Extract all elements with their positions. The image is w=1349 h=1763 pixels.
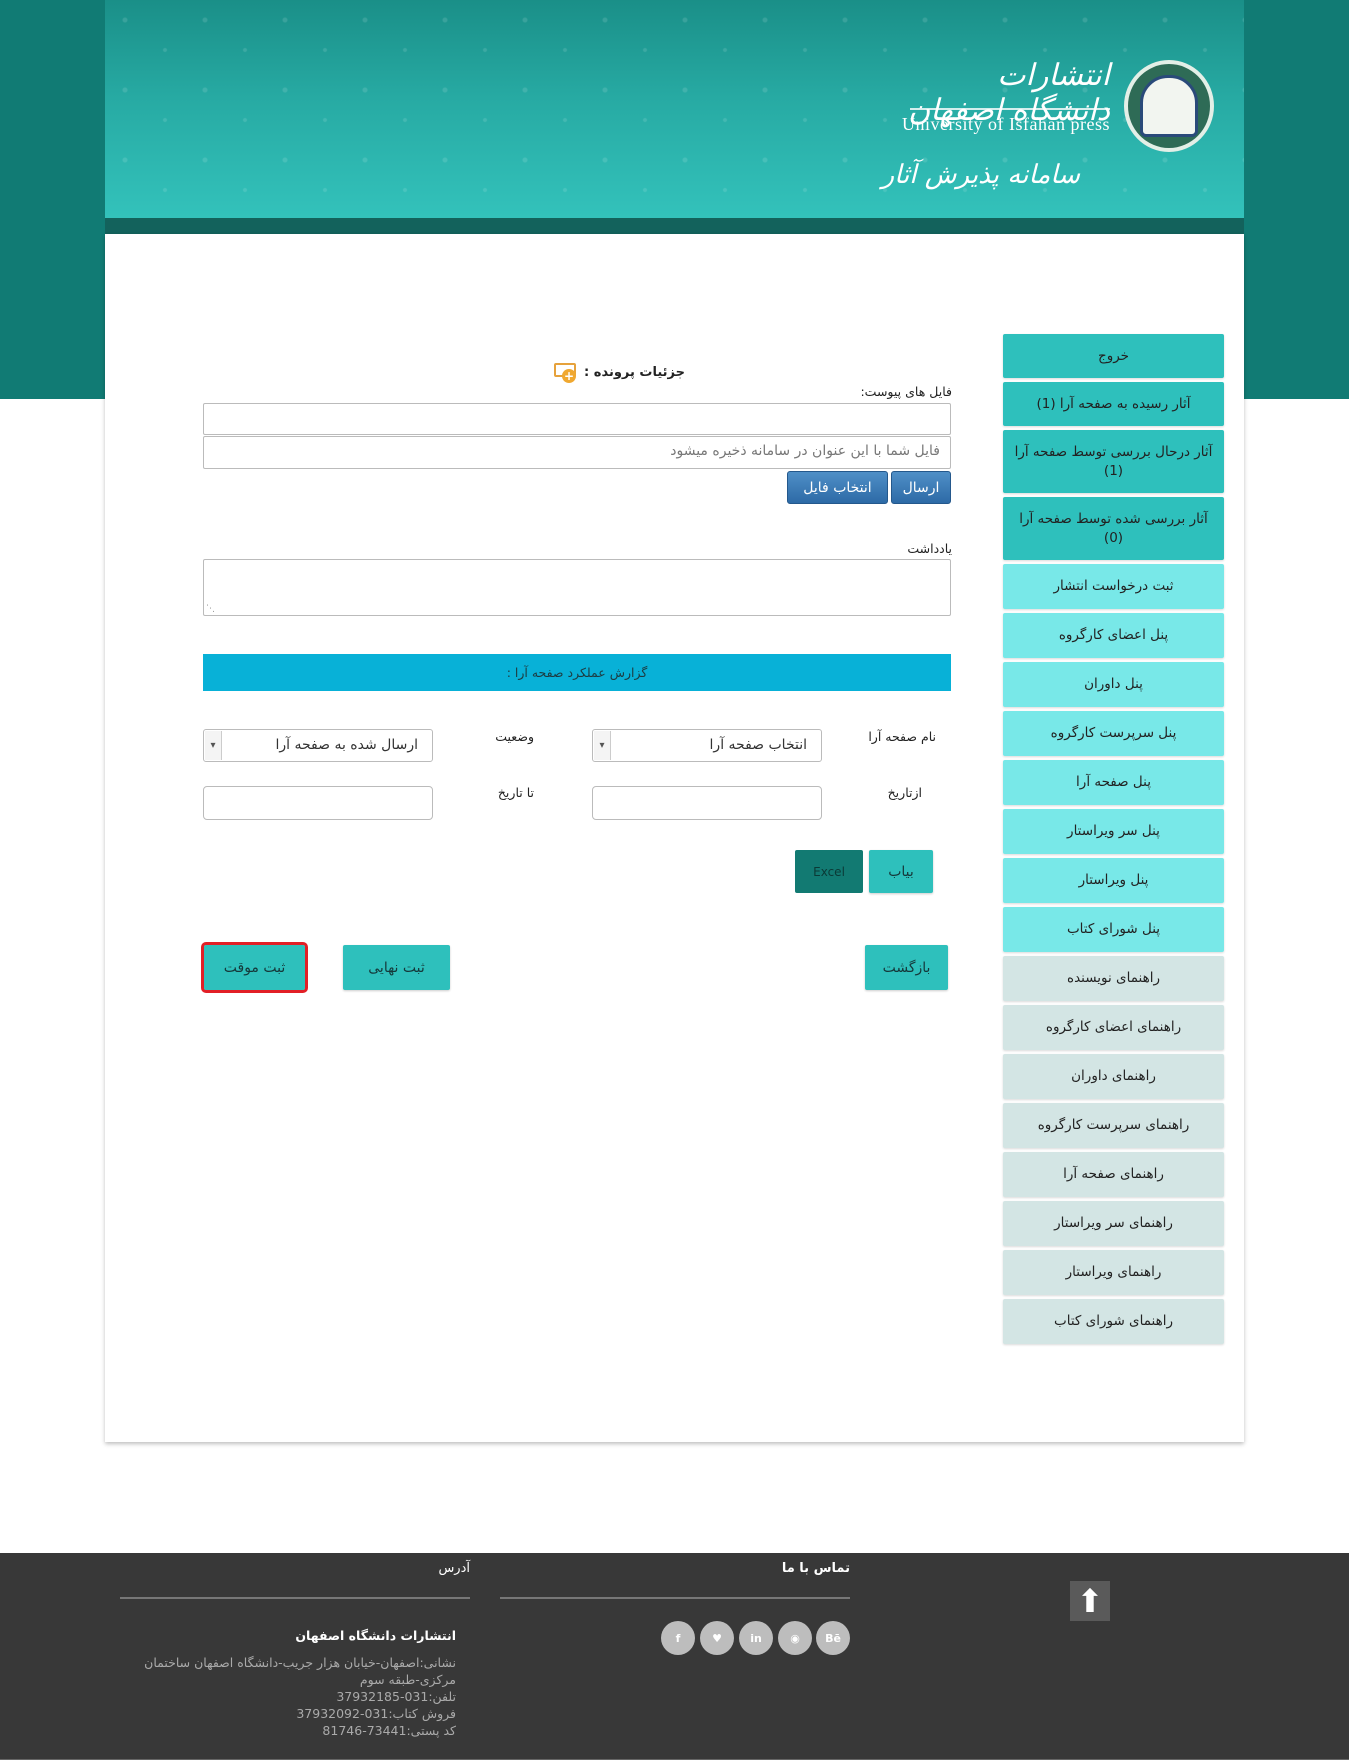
sidebar-item-publish-request[interactable]: ثبت درخواست انتشار: [1003, 564, 1224, 609]
university-seal-logo[interactable]: [1124, 60, 1214, 152]
final-submit-button[interactable]: ثبت نهایی: [343, 945, 450, 990]
designer-name-label: نام صفحه آرا: [868, 729, 936, 744]
sidebar-item-reviewed-works[interactable]: آثار بررسی شده توسط صفحه آرا (0): [1003, 497, 1224, 560]
brand-name-en: University of Isfahan press: [902, 114, 1110, 134]
behance-icon[interactable]: Bē: [816, 1621, 850, 1655]
file-path-field[interactable]: [203, 403, 951, 435]
footer-org-name: انتشارات دانشگاه اصفهان: [295, 1628, 456, 1643]
sidebar-item-works-in-review[interactable]: آثار درحال بررسی توسط صفحه آرا (1): [1003, 430, 1224, 493]
excel-export-button[interactable]: Excel: [795, 850, 863, 893]
postal-code-line: کد پستی:73441-81746: [322, 1723, 456, 1738]
sidebar-item-received-works[interactable]: آثار رسیده به صفحه آرا (1): [1003, 382, 1224, 426]
sidebar-item-reviewers-panel[interactable]: پنل داوران: [1003, 662, 1224, 707]
footer-contact-rule: [500, 1597, 850, 1599]
send-file-button[interactable]: ارسال: [891, 471, 951, 504]
temp-submit-button[interactable]: ثبت موقت: [201, 942, 308, 993]
facebook-icon[interactable]: f: [661, 1621, 695, 1655]
file-details-title: جزئیات پرونده :: [584, 364, 685, 380]
status-select[interactable]: ارسال شده به صفحه آرا ▾: [203, 729, 433, 762]
status-label: وضعیت: [495, 729, 534, 744]
footer-address-title: آدرس: [438, 1561, 470, 1576]
sidebar-item-supervisor-guide[interactable]: راهنمای سرپرست کارگروه: [1003, 1103, 1224, 1148]
to-date-label: تا تاریخ: [497, 785, 534, 800]
sales-line: فروش کتاب:031-37932092: [296, 1706, 456, 1721]
sidebar-item-editor-panel[interactable]: پنل ویراستار: [1003, 858, 1224, 903]
back-button[interactable]: بازگشت: [865, 945, 948, 990]
file-title-placeholder: فایل شما با این عنوان در سامانه ذخیره می…: [670, 443, 940, 459]
twitter-icon[interactable]: ♥: [700, 1621, 734, 1655]
add-details-icon[interactable]: +: [554, 363, 578, 383]
sidebar-item-logout[interactable]: خروج: [1003, 334, 1224, 378]
phone-line: تلفن:031-37932185: [336, 1689, 456, 1704]
sidebar-item-book-council-panel[interactable]: پنل شورای کتاب: [1003, 907, 1224, 952]
footer-contact-title: تماس با ما: [781, 1561, 850, 1576]
banner-bottom-strip: [105, 218, 1244, 234]
choose-file-button[interactable]: انتخاب فایل: [787, 471, 888, 504]
footer-address-rule: [120, 1597, 470, 1599]
footer-address: نشانی:اصفهان-خیابان هزار جریب-دانشگاه اص…: [130, 1654, 456, 1739]
sidebar-item-designer-panel[interactable]: پنل صفحه آرا: [1003, 760, 1224, 805]
linkedin-icon[interactable]: in: [739, 1621, 773, 1655]
sidebar-menu: خروج آثار رسیده به صفحه آرا (1) آثار درح…: [1003, 334, 1224, 1348]
sidebar-item-book-council-guide[interactable]: راهنمای شورای کتاب: [1003, 1299, 1224, 1344]
sidebar-item-committee-panel[interactable]: پنل اعضای کارگروه: [1003, 613, 1224, 658]
scroll-top-arrow-icon[interactable]: ⬆: [1070, 1581, 1110, 1621]
find-button[interactable]: بیاب: [869, 850, 933, 893]
designer-report-bar: گزارش عملکرد صفحه آرا :: [203, 654, 951, 691]
brand-divider: [910, 108, 1110, 110]
file-details-header: جزئیات پرونده : +: [505, 360, 685, 384]
system-name: سامانه پذیرش آثار: [881, 160, 1080, 190]
footer-bottom-line: [0, 1759, 1349, 1763]
sidebar-item-reviewers-guide[interactable]: راهنمای داوران: [1003, 1054, 1224, 1099]
from-date-input[interactable]: [592, 786, 822, 820]
sidebar-item-author-guide[interactable]: راهنمای نویسنده: [1003, 956, 1224, 1001]
sidebar-item-editor-guide[interactable]: راهنمای ویراستار: [1003, 1250, 1224, 1295]
designer-select[interactable]: انتخاب صفحه آرا ▾: [592, 729, 822, 762]
seal-emblem: [1140, 75, 1198, 137]
sidebar-item-chief-editor-guide[interactable]: راهنمای سر ویراستار: [1003, 1201, 1224, 1246]
chevron-down-icon: ▾: [205, 731, 222, 760]
sidebar-item-committee-guide[interactable]: راهنمای اعضای کارگروه: [1003, 1005, 1224, 1050]
attachments-label: فایل های پیوست:: [860, 384, 952, 399]
from-date-label: ازتاریخ: [887, 785, 922, 800]
address-line: نشانی:اصفهان-خیابان هزار جریب-دانشگاه اص…: [144, 1655, 456, 1670]
resize-handle-icon[interactable]: ⋰: [206, 604, 215, 614]
sidebar-item-supervisor-panel[interactable]: پنل سرپرست کارگروه: [1003, 711, 1224, 756]
designer-select-value: انتخاب صفحه آرا: [709, 737, 807, 753]
address-line: مرکزی-طبقه سوم: [359, 1672, 456, 1687]
chevron-down-icon: ▾: [594, 731, 611, 760]
to-date-input[interactable]: [203, 786, 433, 820]
sidebar-item-designer-guide[interactable]: راهنمای صفحه آرا: [1003, 1152, 1224, 1197]
note-textarea[interactable]: ⋰: [203, 559, 951, 616]
status-select-value: ارسال شده به صفحه آرا: [275, 737, 419, 753]
rss-icon[interactable]: ◉: [778, 1621, 812, 1655]
note-label: یادداشت: [907, 541, 952, 556]
file-title-input[interactable]: فایل شما با این عنوان در سامانه ذخیره می…: [203, 436, 951, 469]
sidebar-item-chief-editor-panel[interactable]: پنل سر ویراستار: [1003, 809, 1224, 854]
